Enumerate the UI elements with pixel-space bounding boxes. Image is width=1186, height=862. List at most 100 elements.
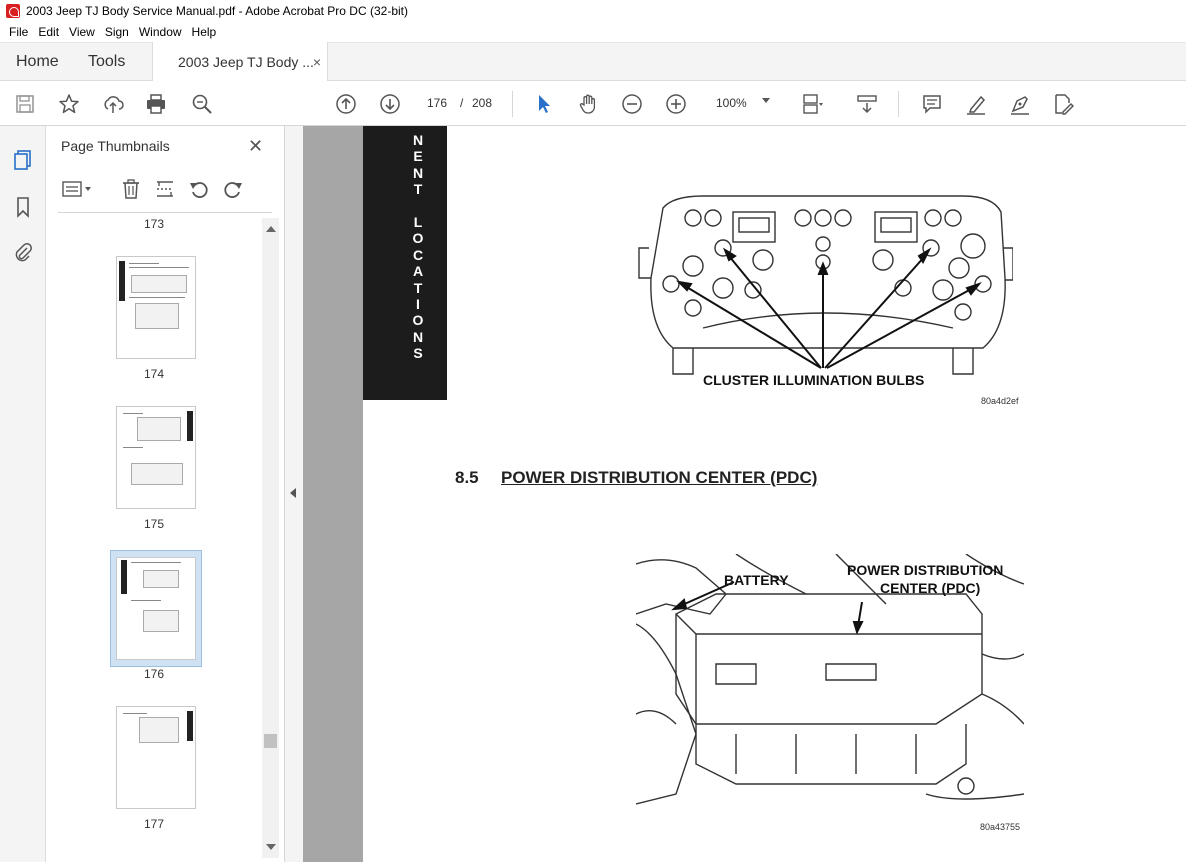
thumbnail-page-174[interactable] xyxy=(116,256,196,359)
thumbnail-figure xyxy=(137,417,181,441)
tab-tools[interactable]: Tools xyxy=(88,43,125,81)
document-viewport[interactable]: N E N T L O C A T I O N S CLUSTER ILLUMI… xyxy=(303,126,1186,862)
scroll-down-icon[interactable] xyxy=(266,844,276,850)
zoom-out-icon[interactable] xyxy=(620,92,644,116)
collapse-left-icon[interactable] xyxy=(290,488,296,498)
page-down-icon[interactable] xyxy=(378,92,402,116)
highlight-icon[interactable] xyxy=(964,92,988,116)
thumbnail-figure xyxy=(143,610,179,632)
bookmark-star-icon[interactable] xyxy=(57,92,81,116)
trash-icon[interactable] xyxy=(118,176,144,202)
panel-collapse-strip[interactable] xyxy=(285,126,303,862)
panel-toolbar xyxy=(46,174,285,204)
thumbnail-figure xyxy=(135,303,179,329)
menu-sign[interactable]: Sign xyxy=(100,25,134,39)
pdf-page: N E N T L O C A T I O N S CLUSTER ILLUMI… xyxy=(363,126,1186,862)
toolbar-divider xyxy=(512,91,513,117)
thumbnail-page-177[interactable] xyxy=(116,706,196,809)
menu-help[interactable]: Help xyxy=(187,25,222,39)
page-number-input[interactable]: 176 xyxy=(416,90,458,116)
menu-edit[interactable]: Edit xyxy=(33,25,64,39)
page-layout-icon[interactable] xyxy=(800,92,824,116)
page-thumbnails-icon[interactable] xyxy=(11,148,35,172)
thumbnail-label: 173 xyxy=(143,217,165,231)
figure2-code: 80a43755 xyxy=(980,822,1021,832)
thumbnail-text-line xyxy=(129,297,185,298)
menu-window[interactable]: Window xyxy=(134,25,187,39)
tab-bar: Home Tools 2003 Jeep TJ Body ... × xyxy=(0,42,1186,82)
thumbnail-figure xyxy=(143,570,179,588)
sign-icon[interactable] xyxy=(1008,92,1032,116)
thumbnail-label: 176 xyxy=(143,667,165,681)
thumbnail-text-line xyxy=(131,600,161,601)
rotate-left-icon[interactable] xyxy=(186,176,212,202)
section-side-tab: N E N T L O C A T I O N S xyxy=(363,126,447,400)
thumbnail-figure xyxy=(131,275,187,293)
page-separator: / xyxy=(460,96,464,110)
thumbnail-text-line xyxy=(129,267,189,268)
toolbar: 176 / 208 100% xyxy=(0,81,1186,126)
figure1-label: CLUSTER ILLUMINATION BULBS xyxy=(703,372,925,388)
menu-bar: File Edit View Sign Window Help xyxy=(0,22,1186,42)
thumbnail-list: 173 174 175 176 177 xyxy=(46,214,262,854)
figure1-code: 80a4d2ef xyxy=(981,396,1019,406)
zoom-select[interactable]: 100% xyxy=(708,92,778,114)
thumbnail-text-line xyxy=(131,562,181,563)
bookmark-icon[interactable] xyxy=(11,195,35,219)
cluster-illumination-figure xyxy=(638,195,1013,375)
menu-view[interactable]: View xyxy=(64,25,100,39)
left-rail xyxy=(0,126,46,862)
scroll-up-icon[interactable] xyxy=(266,226,276,232)
zoom-search-icon[interactable] xyxy=(190,92,214,116)
print-icon[interactable] xyxy=(144,92,168,116)
tab-home[interactable]: Home xyxy=(16,43,59,81)
thumbnail-text-line xyxy=(123,713,147,714)
thumbnail-label: 174 xyxy=(143,367,165,381)
save-icon[interactable] xyxy=(13,92,37,116)
tab-close-icon[interactable]: × xyxy=(313,54,321,70)
menu-file[interactable]: File xyxy=(4,25,33,39)
attachment-icon[interactable] xyxy=(11,240,35,264)
thumbnail-text-line xyxy=(129,263,159,264)
edit-pdf-icon[interactable] xyxy=(1051,92,1075,116)
thumbnail-side-tab xyxy=(121,560,127,594)
section-title: POWER DISTRIBUTION CENTER (PDC) xyxy=(501,468,818,487)
scrollbar-thumb[interactable] xyxy=(264,734,277,748)
thumbnail-page-176[interactable] xyxy=(116,557,196,660)
thumbnail-figure xyxy=(131,463,183,485)
zoom-in-icon[interactable] xyxy=(664,92,688,116)
upload-icon[interactable] xyxy=(101,92,125,116)
thumbnail-text-line xyxy=(123,447,143,448)
figure2-pdc-label-line1: POWER DISTRIBUTION xyxy=(847,562,1004,578)
title-bar: 2003 Jeep TJ Body Service Manual.pdf - A… xyxy=(0,0,1186,22)
rotate-right-icon[interactable] xyxy=(220,176,246,202)
scroll-mode-icon[interactable] xyxy=(855,92,879,116)
comment-icon[interactable] xyxy=(920,92,944,116)
thumbnail-scrollbar[interactable] xyxy=(262,218,279,858)
hand-icon[interactable] xyxy=(576,92,600,116)
panel-close-icon[interactable]: ✕ xyxy=(248,136,263,157)
page-up-icon[interactable] xyxy=(334,92,358,116)
chevron-down-icon[interactable] xyxy=(762,98,770,103)
insert-page-icon[interactable] xyxy=(152,176,178,202)
thumbnail-options-icon[interactable] xyxy=(58,176,96,202)
thumbnail-label: 175 xyxy=(143,517,165,531)
panel-divider xyxy=(58,212,272,213)
thumbnail-label: 177 xyxy=(143,817,165,831)
window-title: 2003 Jeep TJ Body Service Manual.pdf - A… xyxy=(26,4,408,18)
thumbnail-figure xyxy=(139,717,179,743)
toolbar-divider xyxy=(898,91,899,117)
thumbnail-side-tab xyxy=(187,711,193,741)
side-tab-text: N E N T L O C A T I O N S xyxy=(412,132,424,362)
panel-title: Page Thumbnails xyxy=(61,138,170,154)
section-number: 8.5 xyxy=(455,468,479,487)
tab-document-label: 2003 Jeep TJ Body ... xyxy=(178,54,314,70)
select-cursor-icon[interactable] xyxy=(532,92,556,116)
figure2-pdc-label-line2: CENTER (PDC) xyxy=(880,580,981,596)
page-total: 208 xyxy=(472,96,493,110)
tab-document[interactable]: 2003 Jeep TJ Body ... × xyxy=(152,42,328,82)
figure2-battery-label: BATTERY xyxy=(724,572,789,588)
thumbnail-text-line xyxy=(123,413,143,414)
thumbnail-side-tab xyxy=(119,261,125,301)
thumbnail-page-175[interactable] xyxy=(116,406,196,509)
